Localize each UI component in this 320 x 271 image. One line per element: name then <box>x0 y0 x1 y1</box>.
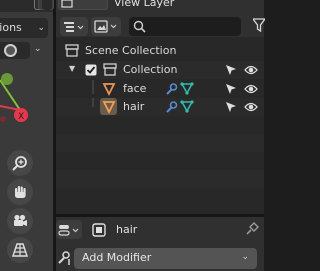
viewport-shading-button[interactable] <box>0 42 30 59</box>
viewport-options-dropdown[interactable]: ptions ⌄ <box>0 18 48 38</box>
navigation-gizmo[interactable]: X <box>0 58 53 128</box>
hand-icon <box>15 186 26 198</box>
mesh-object-icon <box>102 83 116 96</box>
tool-settings-icon <box>58 251 70 265</box>
select-arrow-icon[interactable] <box>225 83 237 95</box>
display-mode-dropdown[interactable] <box>60 17 88 36</box>
editor-type-dropdown[interactable] <box>56 220 82 239</box>
viewport-3d[interactable]: ptions ⌄ ⌄ X <box>0 0 53 271</box>
blender-window: ptions ⌄ ⌄ X <box>0 0 265 271</box>
modifier-wrench-box-icon <box>92 223 106 237</box>
sphere-shading-icon <box>4 44 17 57</box>
select-arrow-icon[interactable] <box>225 64 237 76</box>
select-arrow-icon[interactable] <box>225 101 237 113</box>
tree-label: hair <box>123 100 145 113</box>
view-layer-label: View Layer <box>114 0 175 9</box>
filter-dropdown[interactable] <box>91 17 121 36</box>
tree-row-face[interactable]: face <box>56 80 264 98</box>
eye-icon[interactable] <box>244 101 258 113</box>
x-axis-label: X <box>18 112 24 122</box>
funnel-icon[interactable] <box>253 18 265 32</box>
search-input[interactable] <box>149 17 237 36</box>
scene-collection-icon <box>65 44 79 57</box>
checkbox-checked[interactable] <box>85 64 97 76</box>
y-axis-handle[interactable] <box>1 73 13 85</box>
tree-label: face <box>123 82 147 95</box>
grid-icon <box>12 243 28 257</box>
chevron-down-icon: ⌄ <box>241 252 249 262</box>
properties-editor-icon <box>58 224 79 236</box>
vertex-group-icon[interactable] <box>180 100 194 114</box>
wrench-icon[interactable] <box>164 82 178 96</box>
search-icon <box>133 20 146 33</box>
options-label: ptions <box>0 21 22 34</box>
scene-selector-chip-inner <box>42 0 52 10</box>
outliner-header: View Layer <box>38 0 265 37</box>
pin-icon[interactable] <box>245 222 259 236</box>
tree-row-scene-collection[interactable]: Scene Collection <box>56 42 264 60</box>
collection-icon <box>103 63 117 76</box>
tree-line <box>92 98 94 107</box>
neg-x-axis-handle[interactable] <box>0 116 6 122</box>
camera-view-button[interactable] <box>7 208 33 234</box>
camera-icon <box>14 214 27 226</box>
zoom-button[interactable] <box>7 150 33 176</box>
vertex-group-icon[interactable] <box>180 82 194 96</box>
add-modifier-dropdown[interactable]: Add Modifier ⌄ <box>74 248 257 269</box>
properties-editor: hair Add Modifier ⌄ <box>56 217 264 271</box>
wrench-icon[interactable] <box>164 100 178 114</box>
chevron-down-icon[interactable]: ⌄ <box>34 44 42 54</box>
object-name-field[interactable]: hair <box>88 220 244 239</box>
empty-row <box>56 152 264 170</box>
object-name: hair <box>116 223 138 236</box>
perspective-toggle-button[interactable] <box>7 237 33 263</box>
outliner: View Layer Scene Collection ▼ Collection… <box>38 0 265 214</box>
tree-line <box>92 80 94 94</box>
outliner-search[interactable] <box>129 17 241 36</box>
mesh-object-icon <box>102 101 116 114</box>
tree-row-collection[interactable]: ▼ Collection <box>56 61 264 79</box>
y-axis-line <box>0 79 21 111</box>
zoom-icon <box>12 156 27 171</box>
view-layer-icon <box>61 0 73 8</box>
view-layer-selector[interactable] <box>58 0 108 10</box>
chevron-down-icon: ⌄ <box>37 23 45 33</box>
tree-label: Scene Collection <box>85 44 177 57</box>
empty-row <box>56 170 264 188</box>
empty-row <box>56 188 264 206</box>
eye-icon[interactable] <box>244 83 258 95</box>
tree-label: Collection <box>123 63 178 76</box>
expand-triangle-icon[interactable]: ▼ <box>69 64 75 73</box>
empty-row <box>56 116 264 134</box>
list-view-icon <box>64 21 84 32</box>
pan-button[interactable] <box>7 179 33 205</box>
image-icon <box>94 20 117 33</box>
eye-icon[interactable] <box>244 64 258 76</box>
empty-row <box>56 134 264 152</box>
tree-row-hair[interactable]: hair <box>56 98 264 116</box>
add-modifier-label: Add Modifier <box>82 251 152 264</box>
